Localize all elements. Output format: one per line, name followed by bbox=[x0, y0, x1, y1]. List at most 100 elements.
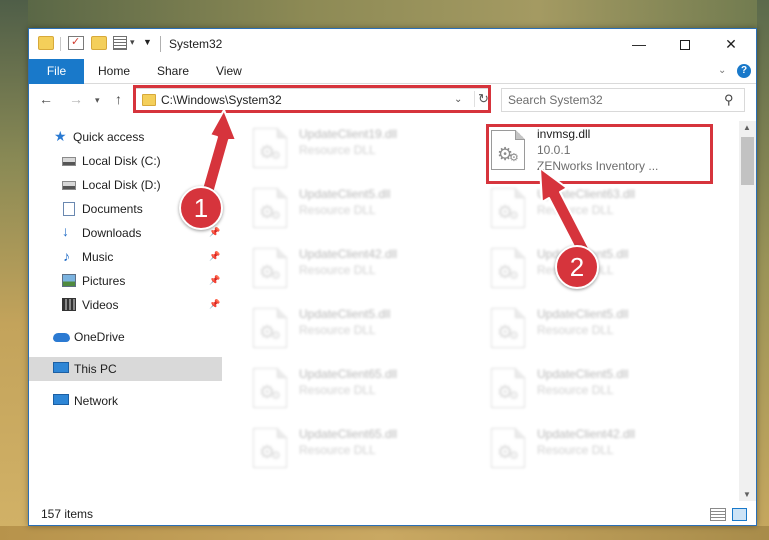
dll-file-icon: ⚙ ⚙ bbox=[253, 248, 287, 288]
quick-access-toolbar-dropdown-icon[interactable]: ▼ bbox=[143, 37, 152, 47]
drive-icon bbox=[62, 157, 76, 166]
videos-icon bbox=[62, 298, 76, 311]
file-type: Resource DLL bbox=[537, 383, 614, 397]
gear-icon: ⚙ bbox=[509, 390, 519, 402]
sidebar-item-label: Downloads bbox=[82, 226, 142, 240]
file-name: UpdateClient65.dll bbox=[299, 367, 398, 381]
navigation-pane: ★ Quick access Local Disk (C:) Local Dis… bbox=[29, 121, 222, 501]
maximize-icon bbox=[680, 40, 690, 51]
file-name: UpdateClient63.dll bbox=[537, 187, 636, 201]
gear-icon: ⚙ bbox=[271, 150, 281, 162]
tab-view[interactable]: View bbox=[216, 59, 242, 84]
pin-icon[interactable]: 📌 bbox=[209, 275, 220, 286]
item-count: 157 items bbox=[41, 507, 94, 521]
file-type: Resource DLL bbox=[537, 323, 614, 337]
document-icon bbox=[63, 202, 75, 216]
expand-ribbon-icon[interactable]: ⌄ bbox=[718, 65, 726, 76]
tiles-view-icon[interactable] bbox=[732, 508, 747, 521]
file-item[interactable]: ⚙⚙ UpdateClient5.dll Resource DLL bbox=[247, 303, 477, 361]
search-box[interactable]: ⚲ bbox=[501, 88, 745, 112]
title-bar: ▾ ▼ System32 — ✕ bbox=[29, 29, 756, 59]
file-item[interactable]: ⚙ ⚙ UpdateClient65.dll Resource DLL bbox=[247, 423, 477, 481]
sidebar-item-local-disk-c[interactable]: Local Disk (C:) bbox=[29, 149, 222, 173]
scroll-down-icon[interactable]: ▼ bbox=[743, 490, 751, 499]
file-item[interactable]: ⚙ ⚙ UpdateClient19.dll Resource DLL bbox=[247, 123, 477, 181]
file-highlight bbox=[486, 124, 713, 184]
back-button[interactable]: ← bbox=[39, 91, 53, 107]
file-type: Resource DLL bbox=[299, 263, 376, 277]
file-name: UpdateClient5.dll bbox=[537, 307, 629, 321]
tab-share[interactable]: Share bbox=[157, 59, 189, 84]
sidebar-item-videos[interactable]: Videos 📌 bbox=[29, 293, 222, 317]
ribbon-tabs: File Home Share View ⌄ ? bbox=[29, 59, 756, 84]
scroll-up-icon[interactable]: ▲ bbox=[743, 123, 751, 132]
sidebar-item-quick-access[interactable]: ★ Quick access bbox=[29, 125, 222, 149]
file-item[interactable]: ⚙⚙ UpdateClient5.dll Resource DLL bbox=[247, 183, 477, 241]
file-item[interactable]: ⚙⚙ UpdateClient5.dll Resource DLL bbox=[485, 303, 715, 361]
file-name: UpdateClient42.dll bbox=[537, 427, 636, 441]
file-type: Resource DLL bbox=[537, 443, 614, 457]
dll-file-icon: ⚙ ⚙ bbox=[491, 308, 525, 348]
search-input[interactable] bbox=[508, 92, 708, 108]
tab-home[interactable]: Home bbox=[98, 59, 130, 84]
pin-icon[interactable]: 📌 bbox=[209, 227, 220, 238]
file-name: UpdateClient5.dll bbox=[299, 187, 391, 201]
minimize-button[interactable]: — bbox=[616, 29, 662, 59]
vertical-scrollbar[interactable]: ▲ ▼ bbox=[739, 121, 756, 501]
window-title: System32 bbox=[169, 37, 223, 51]
sidebar-item-music[interactable]: ♪ Music 📌 bbox=[29, 245, 222, 269]
up-button[interactable]: ↑ bbox=[115, 91, 122, 107]
file-item[interactable]: ⚙ ⚙ UpdateClient42.dll Resource DLL bbox=[485, 423, 715, 481]
properties-icon[interactable] bbox=[68, 35, 84, 50]
file-name: UpdateClient42.dll bbox=[299, 247, 398, 261]
forward-button[interactable]: → bbox=[69, 91, 83, 107]
sidebar-item-pictures[interactable]: Pictures 📌 bbox=[29, 269, 222, 293]
file-name: UpdateClient5.dll bbox=[537, 367, 629, 381]
desktop-background-right bbox=[757, 0, 769, 540]
sidebar-item-label: Quick access bbox=[73, 130, 145, 144]
star-icon: ★ bbox=[54, 128, 67, 144]
maximize-button[interactable] bbox=[662, 29, 708, 59]
sidebar-item-onedrive[interactable]: OneDrive bbox=[29, 325, 222, 349]
recent-locations-icon[interactable]: ▾ bbox=[95, 95, 100, 106]
file-item[interactable]: ⚙ ⚙ UpdateClient65.dll Resource DLL bbox=[247, 363, 477, 421]
dll-file-icon: ⚙ ⚙ bbox=[491, 248, 525, 288]
close-button[interactable]: ✕ bbox=[708, 29, 754, 59]
sidebar-item-network[interactable]: Network bbox=[29, 389, 222, 413]
gear-icon: ⚙ bbox=[271, 450, 281, 462]
sidebar-item-label: Local Disk (C:) bbox=[82, 154, 161, 168]
file-item[interactable]: ⚙ ⚙ UpdateClient63.dll Resource DLL bbox=[485, 183, 715, 241]
gear-icon: ⚙ bbox=[509, 330, 519, 342]
chevron-down-icon[interactable]: ▾ bbox=[130, 37, 135, 48]
gear-icon: ⚙ bbox=[271, 390, 281, 402]
sidebar-item-label: Documents bbox=[82, 202, 143, 216]
gear-icon: ⚙ bbox=[509, 210, 519, 222]
file-type: Resource DLL bbox=[299, 203, 376, 217]
file-item[interactable]: ⚙⚙ UpdateClient5.dll Resource DLL bbox=[485, 363, 715, 421]
search-icon[interactable]: ⚲ bbox=[724, 92, 734, 108]
file-item[interactable]: ⚙⚙ UpdateClient5.dll Resource DLL bbox=[485, 243, 715, 301]
pin-icon[interactable]: 📌 bbox=[209, 299, 220, 310]
sidebar-item-label: Videos bbox=[82, 298, 119, 312]
new-folder-icon[interactable] bbox=[91, 36, 107, 50]
dll-file-icon: ⚙ ⚙ bbox=[253, 128, 287, 168]
desktop-background-top bbox=[0, 0, 769, 28]
step-1-badge: 1 bbox=[179, 186, 223, 230]
address-bar-highlight bbox=[133, 85, 491, 113]
sidebar-item-label: OneDrive bbox=[74, 330, 125, 344]
sidebar-item-this-pc[interactable]: This PC bbox=[29, 357, 222, 381]
pin-icon[interactable]: 📌 bbox=[209, 251, 220, 262]
file-item[interactable]: ⚙ ⚙ UpdateClient42.dll Resource DLL bbox=[247, 243, 477, 301]
network-icon bbox=[53, 394, 69, 405]
tab-file[interactable]: File bbox=[29, 59, 84, 84]
gear-icon: ⚙ bbox=[509, 450, 519, 462]
scroll-thumb[interactable] bbox=[741, 137, 754, 185]
file-type: Resource DLL bbox=[299, 143, 376, 157]
sidebar-item-label: Local Disk (D:) bbox=[82, 178, 161, 192]
step-2-badge: 2 bbox=[555, 245, 599, 289]
details-view-icon[interactable] bbox=[710, 508, 726, 521]
customize-view-icon[interactable] bbox=[113, 36, 127, 50]
gear-icon: ⚙ bbox=[509, 270, 519, 282]
file-type: Resource DLL bbox=[299, 383, 376, 397]
help-icon[interactable]: ? bbox=[737, 64, 751, 78]
